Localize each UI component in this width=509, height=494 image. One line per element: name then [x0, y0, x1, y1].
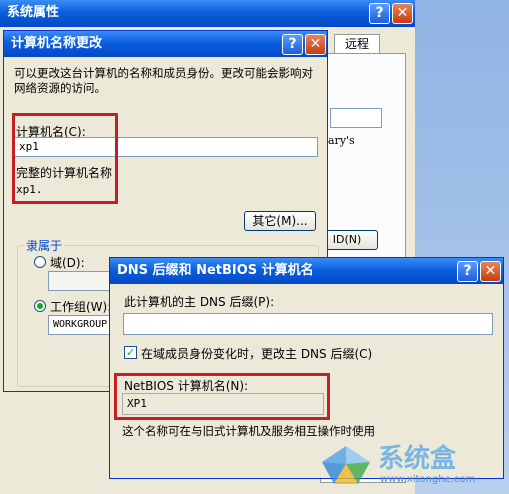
primary-dns-input[interactable]: [123, 313, 493, 335]
system-properties-help-button[interactable]: ?: [369, 3, 390, 24]
workgroup-radio[interactable]: [34, 300, 46, 312]
system-properties-titlebar: 系统属性: [0, 0, 415, 27]
watermark-logo-icon: [322, 446, 370, 484]
rename-close-button[interactable]: ✕: [305, 34, 326, 55]
computer-name-changes-titlebar: 计算机名称更改: [4, 31, 327, 57]
watermark-logo: 系统盒 www.xitonghe.com: [316, 438, 506, 492]
primary-dns-label: 此计算机的主 DNS 后缀(P):: [124, 295, 275, 309]
more-button[interactable]: 其它(M)...: [244, 211, 316, 231]
background-text-fragment: ary's: [328, 134, 355, 147]
member-of-label: 隶属于: [24, 237, 65, 254]
more-button-label: 其它(M)...: [252, 214, 308, 228]
watermark-url: www.xitonghe.com: [380, 474, 476, 485]
workgroup-label: 工作组(W):: [50, 300, 112, 314]
tab-remote[interactable]: 远程: [334, 34, 380, 54]
tab-remote-label: 远程: [344, 37, 369, 51]
computer-name-highlight: [12, 113, 118, 204]
domain-label: 域(D):: [50, 256, 85, 270]
background-textbox[interactable]: [330, 108, 382, 128]
system-properties-close-button[interactable]: ✕: [392, 3, 413, 24]
netbios-note: 这个名称可在与旧式计算机及服务相互操作时使用: [122, 424, 375, 438]
watermark-brand: 系统盒: [378, 444, 457, 474]
dns-close-button[interactable]: ✕: [480, 261, 501, 282]
domain-radio[interactable]: [34, 256, 46, 268]
dns-suffix-title: DNS 后缀和 NetBIOS 计算机名: [117, 263, 314, 278]
computer-name-changes-title: 计算机名称更改: [11, 36, 103, 51]
rename-description: 可以更改这台计算机的名称和成员身份。更改可能会影响对网络资源的访问。: [14, 66, 313, 95]
system-properties-title: 系统属性: [7, 5, 60, 20]
change-dns-suffix-label: 在域成员身份变化时，更改主 DNS 后缀(C): [141, 347, 373, 361]
netbios-highlight: [114, 373, 330, 420]
dns-suffix-titlebar: DNS 后缀和 NetBIOS 计算机名: [110, 258, 503, 284]
dns-help-button[interactable]: ?: [457, 261, 478, 282]
rename-help-button[interactable]: ?: [282, 34, 303, 55]
change-dns-suffix-checkbox[interactable]: ✓: [124, 346, 137, 359]
background-id-button-label: ID(N): [332, 233, 362, 246]
